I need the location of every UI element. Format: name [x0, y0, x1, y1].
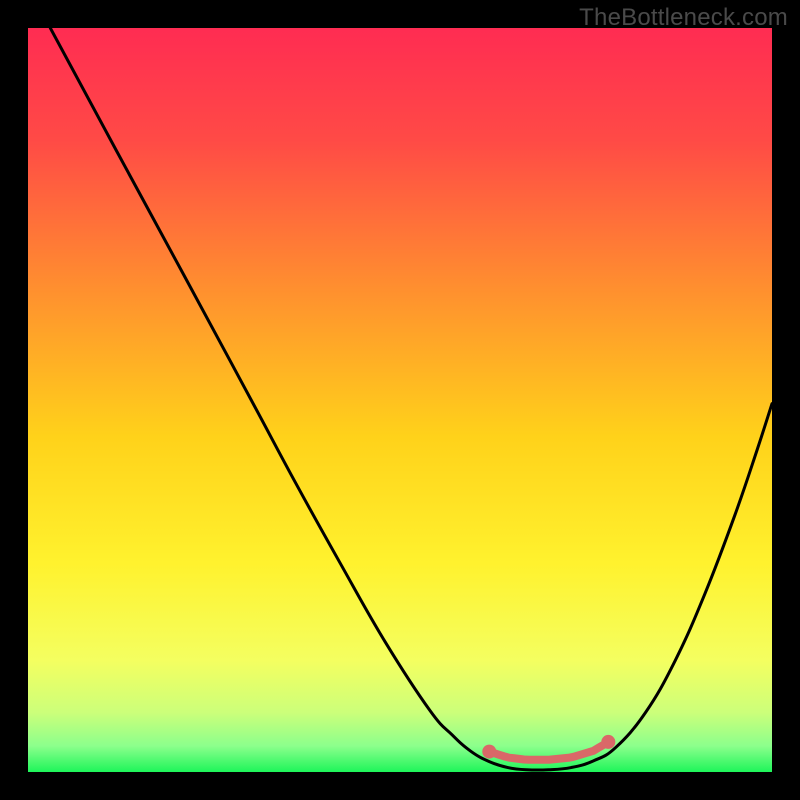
plot-background [28, 28, 772, 772]
watermark-text: TheBottleneck.com [579, 4, 788, 32]
highlight-start-dot [482, 745, 496, 759]
chart-frame: TheBottleneck.com [0, 0, 800, 800]
highlight-end-dot [601, 735, 615, 749]
plot-svg [28, 28, 772, 772]
